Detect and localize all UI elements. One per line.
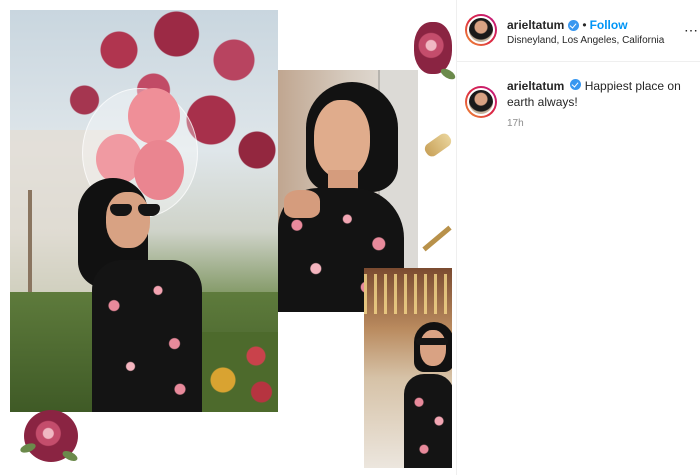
post-header: arieltatum • Follow Disneyland, Los Ange… [457, 0, 700, 62]
woman-face [106, 192, 150, 248]
rose-decoration [414, 22, 452, 74]
gold-prop-decoration [422, 225, 452, 252]
post-media[interactable] [0, 0, 456, 475]
floral-dress [92, 260, 202, 412]
photo-balloons [10, 10, 278, 412]
caption-body: arieltatum Happiest place on earth alway… [507, 78, 697, 110]
avatar[interactable] [465, 86, 497, 118]
woman-face [314, 100, 370, 178]
gold-prop-decoration [422, 131, 454, 159]
sunglasses [110, 204, 160, 216]
woman-face [420, 330, 446, 366]
follow-button[interactable]: Follow [590, 18, 628, 32]
pink-balloon [134, 140, 184, 200]
location-link[interactable]: Disneyland, Los Angeles, California [507, 35, 693, 46]
separator-dot: • [582, 18, 587, 32]
post-sidebar: arieltatum • Follow Disneyland, Los Ange… [456, 0, 700, 475]
verified-badge-icon [570, 79, 582, 90]
photo-carousel [364, 268, 452, 468]
floral-dress [404, 374, 452, 468]
leaf-decoration [61, 448, 79, 464]
sunglasses [416, 338, 448, 345]
more-options-icon[interactable]: ⋯ [684, 22, 699, 39]
post-timestamp[interactable]: 17h [507, 118, 524, 129]
woman-hand [284, 190, 320, 218]
carousel-lights [364, 274, 452, 314]
pink-balloon [128, 88, 180, 144]
username-link[interactable]: arieltatum [507, 79, 564, 93]
username-link[interactable]: arieltatum [507, 18, 564, 32]
verified-badge-icon [568, 19, 580, 31]
avatar[interactable] [465, 14, 497, 46]
leaf-decoration [439, 66, 456, 82]
header-text: arieltatum • Follow Disneyland, Los Ange… [507, 18, 693, 46]
